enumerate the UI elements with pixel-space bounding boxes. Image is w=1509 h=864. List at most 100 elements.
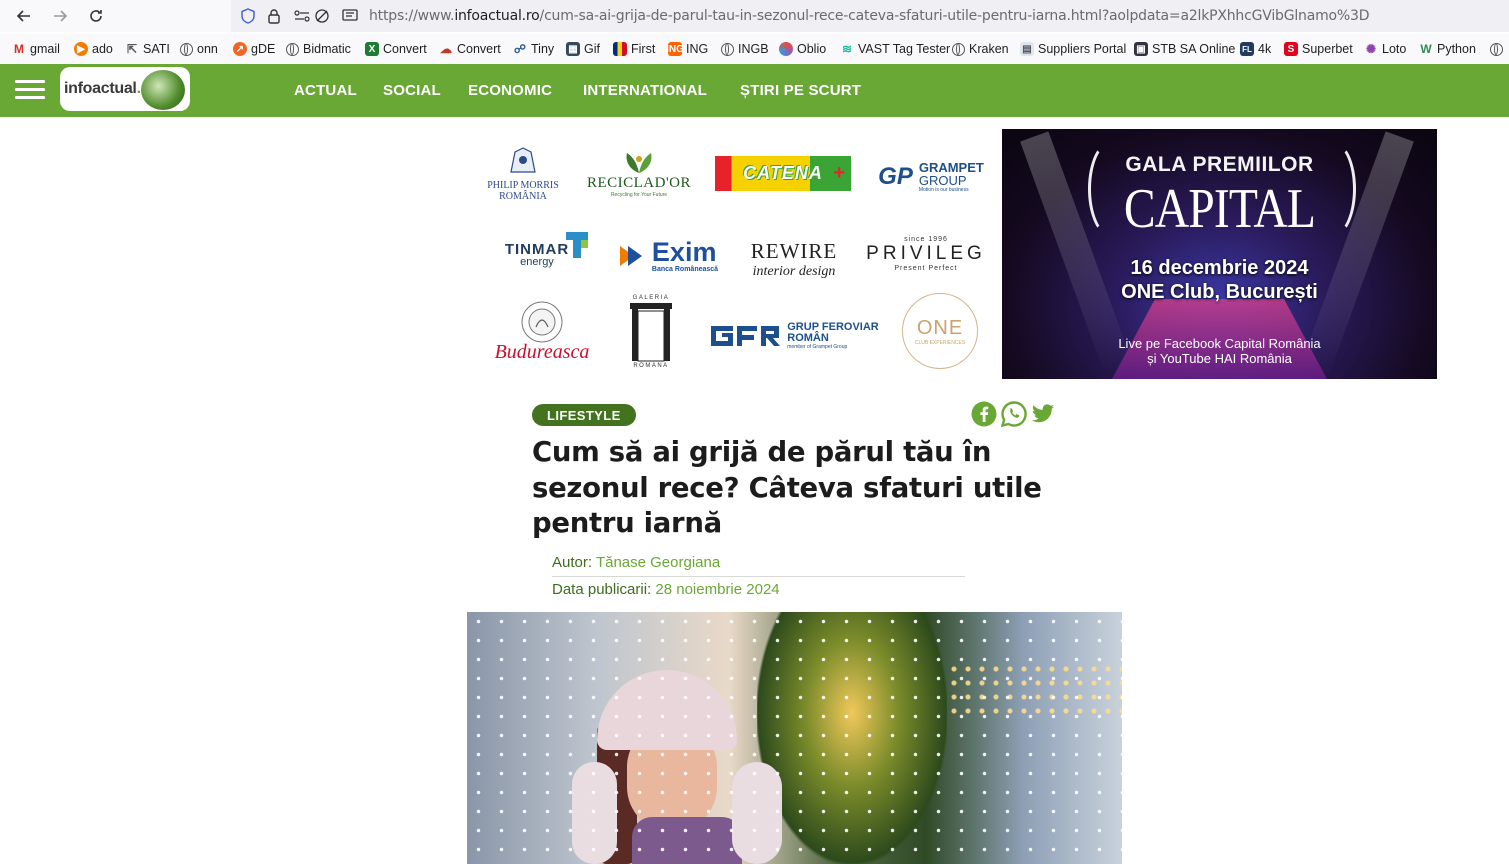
rewire-name: REWIRE — [750, 238, 838, 263]
globe-icon — [721, 42, 734, 56]
privileg-tagline: Present Perfect — [894, 265, 958, 272]
bookmark-python[interactable]: W Python — [1419, 40, 1476, 58]
date-value: 28 noiembrie 2024 — [655, 581, 780, 598]
category-badge[interactable]: LIFESTYLE — [532, 404, 636, 426]
sponsor-one-club[interactable]: ONE CLUB EXPERIENCES — [902, 293, 978, 369]
privileg-since: since 1996 — [904, 236, 948, 243]
banner-line-2: CAPITAL — [1123, 178, 1316, 240]
menu-icon[interactable] — [15, 80, 45, 100]
sponsor-privileg[interactable]: since 1996 PRIVILEG Present Perfect — [864, 231, 988, 277]
loto-icon: ✺ — [1365, 42, 1377, 56]
logo-globe-icon — [141, 70, 185, 110]
python-icon: W — [1420, 42, 1432, 56]
bookmark-kraken[interactable]: Kraken — [952, 40, 1009, 58]
one-name: ONE — [916, 316, 964, 339]
bookmark-convert-1[interactable]: X Convert — [365, 40, 427, 58]
grampet-mark-icon: GP — [878, 163, 913, 190]
gfr-mark-icon — [711, 326, 781, 346]
bookmark-4k[interactable]: FL 4k — [1240, 40, 1271, 58]
bookmark-label: Gif — [584, 42, 600, 56]
facebook-share-icon[interactable] — [971, 401, 997, 427]
budureasca-name: Budureasca — [494, 340, 590, 363]
url-prefix: https://www. — [369, 8, 455, 24]
author-label: Autor: — [552, 554, 593, 571]
bookmark-ing[interactable]: ING ING — [666, 40, 708, 58]
catena-name: CATENA — [743, 163, 823, 183]
sponsor-rewire[interactable]: REWIRE interior design — [742, 233, 846, 285]
bookmark-suppliers-portal[interactable]: ▤ Suppliers Portal — [1020, 40, 1126, 58]
play-icon: ▶ — [74, 42, 88, 56]
permissions-icon[interactable] — [293, 7, 311, 25]
nav-economic[interactable]: ECONOMIC — [468, 82, 552, 99]
bookmark-more[interactable] — [1490, 40, 1507, 58]
nav-actual[interactable]: ACTUAL — [294, 82, 357, 99]
bookmark-gif[interactable]: ▦ Gif — [566, 40, 600, 58]
superbet-icon: S — [1284, 42, 1298, 56]
bookmark-onn[interactable]: onn — [180, 40, 218, 58]
bookmark-ado[interactable]: ▶ ado — [74, 40, 113, 58]
lock-icon[interactable] — [265, 7, 283, 25]
bookmark-label: INGB — [738, 42, 769, 56]
article-headline: Cum să ai grijă de părul tău în sezonul … — [532, 436, 1042, 539]
bookmark-bidmatic[interactable]: Bidmatic — [286, 40, 351, 58]
author-link[interactable]: Tănase Georgiana — [596, 554, 720, 571]
bookmark-vast-tag-tester[interactable]: ≋ VAST Tag Tester — [840, 40, 950, 58]
bookmark-label: Convert — [457, 42, 501, 56]
globe-icon — [286, 42, 299, 56]
rewire-tagline: interior design — [752, 263, 836, 279]
shield-icon[interactable] — [239, 7, 257, 25]
sponsor-grampet[interactable]: GP GRAMPET GROUP Motion is our business — [870, 158, 992, 196]
bookmark-label: Tiny — [531, 42, 555, 56]
gmail-icon: M — [14, 42, 24, 56]
sponsor-exim[interactable]: Exim Banca Românească — [615, 236, 721, 276]
reader-view-icon[interactable] — [341, 7, 359, 25]
fl-icon: FL — [1240, 42, 1254, 56]
bookmark-gmail[interactable]: Mgmail — [12, 40, 60, 58]
bookmark-label: Convert — [383, 42, 427, 56]
bookmark-stb-sa-online[interactable]: ▣ STB SA Online — [1134, 40, 1235, 58]
gde-icon: ↗ — [233, 42, 247, 56]
bookmark-label: First — [631, 42, 656, 56]
gfr-country: ROMÂN — [787, 332, 829, 344]
sponsor-budureasca[interactable]: Budureasca — [490, 295, 594, 367]
sponsor-tinmar[interactable]: TINMAR energy — [482, 230, 592, 278]
sponsor-galeria-romana[interactable]: GALERIA ROMANA — [622, 292, 680, 372]
reload-icon[interactable] — [85, 5, 107, 27]
nav-stiri-pe-scurt[interactable]: ȘTIRI PE SCURT — [740, 82, 861, 99]
sponsor-reciclador[interactable]: RECICLAD'OR Recycling for Your Future — [578, 145, 700, 203]
bookmark-label: Loto — [1382, 42, 1407, 56]
vast-icon: ≋ — [841, 42, 853, 56]
bookmark-label: Suppliers Portal — [1038, 42, 1127, 56]
back-icon[interactable] — [13, 5, 35, 27]
url-text[interactable]: https://www.infoactual.ro/cum-sa-ai-grij… — [369, 8, 1369, 24]
forward-icon[interactable] — [49, 5, 71, 27]
gala-capital-banner[interactable]: GALA PREMIILOR CAPITAL 16 decembrie 2024… — [1002, 129, 1437, 379]
sponsor-gfr[interactable]: GRUP FEROVIAR ROMÂN member of Grampet Gr… — [704, 316, 882, 356]
bookmark-gde[interactable]: ↗ gDE — [233, 40, 275, 58]
tracking-blocked-icon[interactable] — [313, 7, 331, 25]
bookmark-label: STB SA Online — [1152, 42, 1236, 56]
cursor-icon: ⇱ — [126, 42, 138, 56]
whatsapp-share-icon[interactable] — [1001, 401, 1027, 427]
exim-tagline: Banca Românească — [651, 266, 719, 273]
philip-morris-name: PHILIP MORRIS — [487, 180, 559, 191]
bookmark-tiny[interactable]: ☍ Tiny — [513, 40, 554, 58]
address-bar[interactable]: https://www.infoactual.ro/cum-sa-ai-grij… — [231, 0, 1509, 32]
twitter-share-icon[interactable] — [1030, 401, 1056, 427]
bookmark-ingb[interactable]: INGB — [721, 40, 769, 58]
bookmark-convert-2[interactable]: ☁ Convert — [439, 40, 501, 58]
bookmark-label: onn — [197, 42, 218, 56]
bookmark-loto[interactable]: ✺ Loto — [1364, 40, 1406, 58]
grampet-tagline: Motion is our business — [918, 187, 969, 193]
bookmark-label: VAST Tag Tester — [858, 42, 951, 56]
exim-mark-icon — [619, 246, 642, 266]
nav-social[interactable]: SOCIAL — [383, 82, 441, 99]
bookmark-oblio[interactable]: Oblio — [779, 40, 826, 58]
sponsor-catena[interactable]: CATENA + — [715, 156, 851, 191]
bookmark-superbet[interactable]: S Superbet — [1284, 40, 1353, 58]
bookmark-first[interactable]: First — [613, 40, 655, 58]
sponsor-philip-morris[interactable]: PHILIP MORRIS ROMÂNIA — [482, 140, 564, 208]
snowflakes — [467, 612, 1122, 864]
nav-international[interactable]: INTERNATIONAL — [583, 82, 707, 99]
bookmark-sati[interactable]: ⇱ SATI — [125, 40, 170, 58]
